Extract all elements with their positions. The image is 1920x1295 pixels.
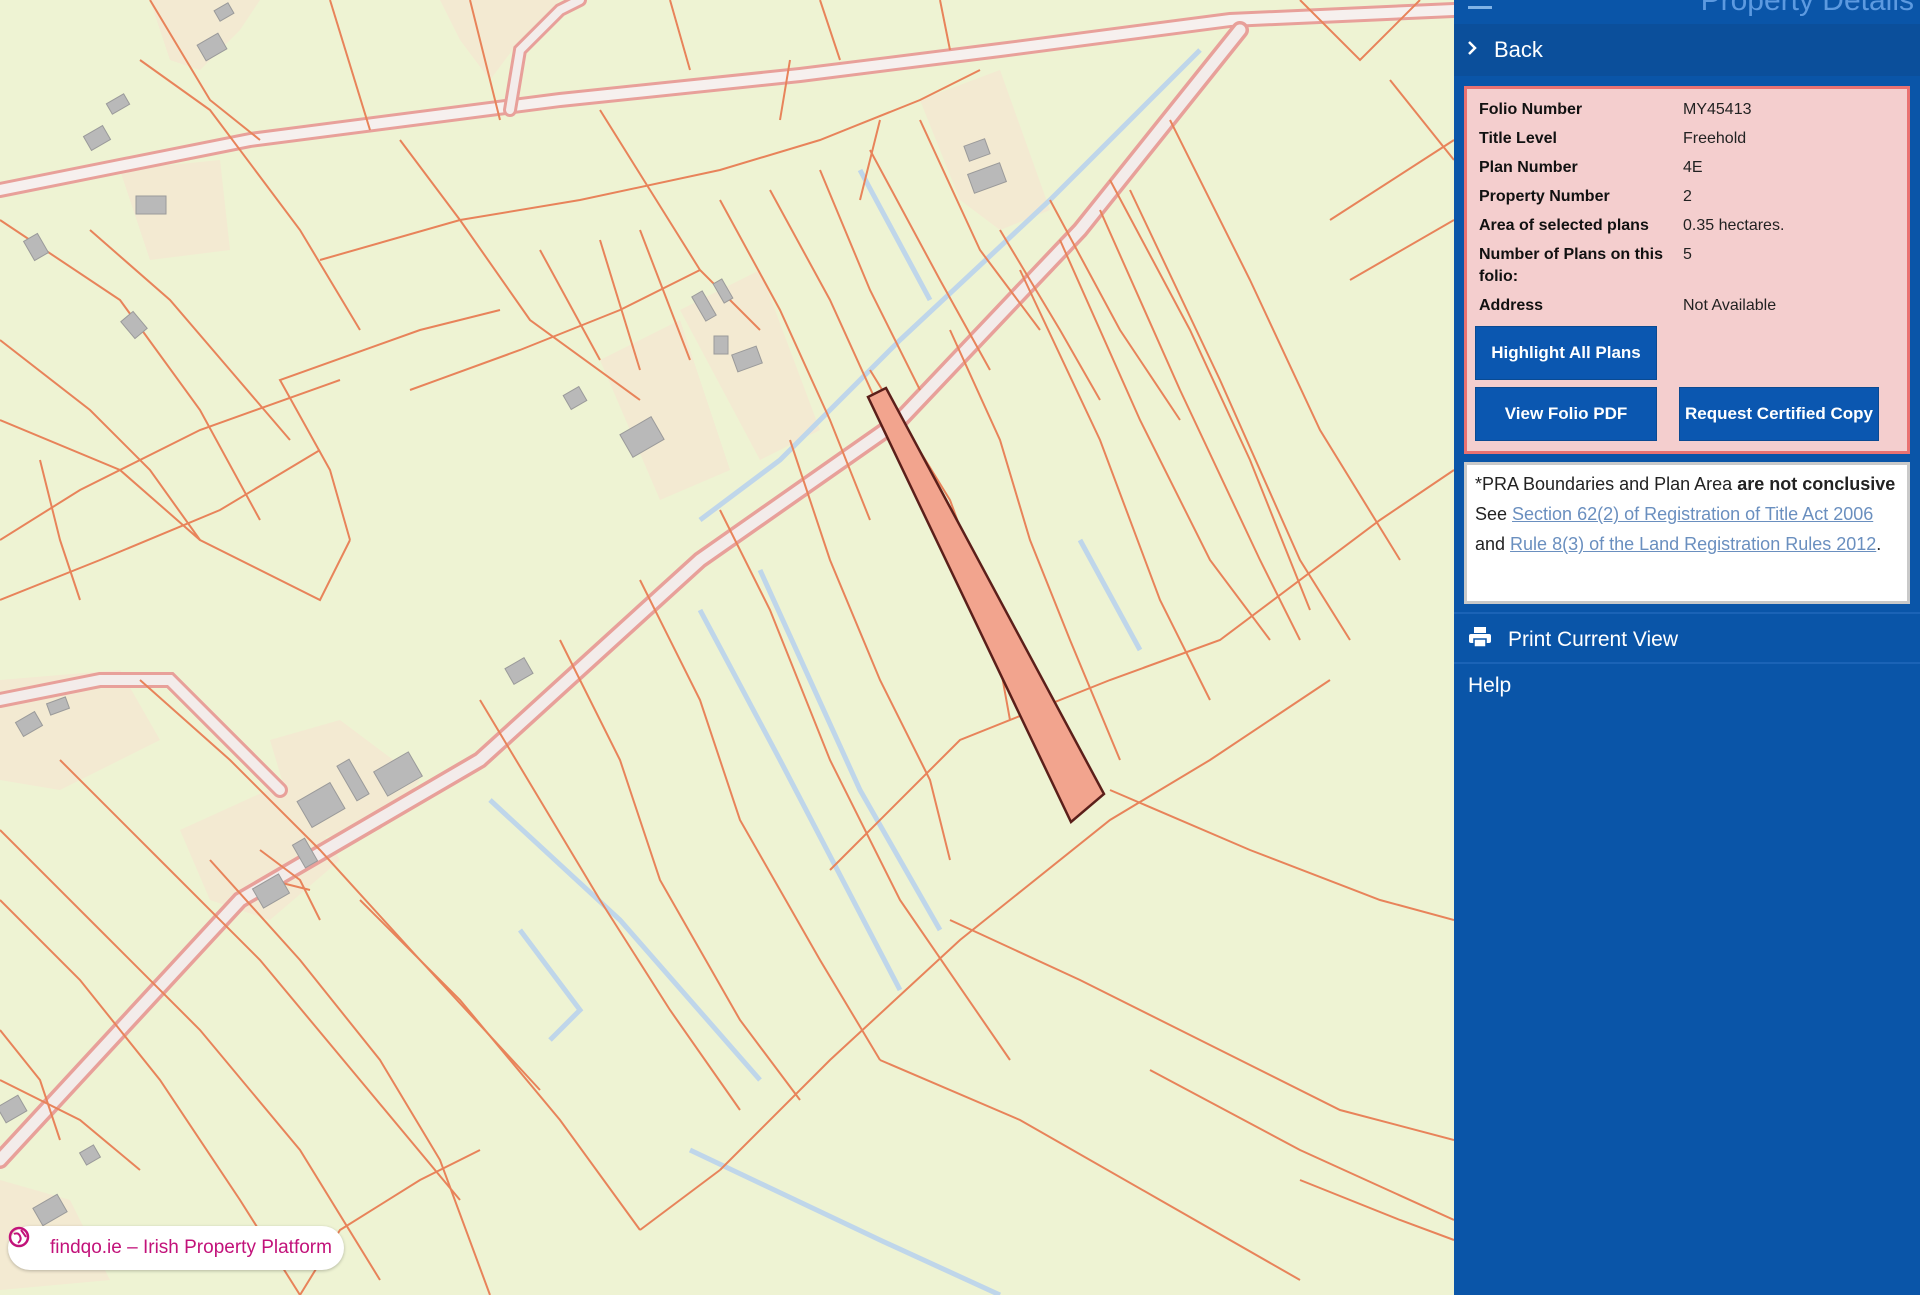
detail-label: Area of selected plans (1479, 217, 1649, 234)
title-act-link[interactable]: Section 62(2) of Registration of Title A… (1512, 504, 1873, 524)
detail-label: Property Number (1479, 188, 1610, 205)
property-details-card: Folio Number MY45413 Title Level Freehol… (1464, 86, 1910, 454)
detail-label: Plan Number (1479, 159, 1578, 176)
detail-label: Address (1479, 297, 1544, 314)
map-view[interactable]: findqo.ie – Irish Property Platform (0, 0, 1454, 1295)
divider (1454, 612, 1920, 614)
selected-plot[interactable] (866, 386, 1106, 825)
drains (488, 48, 1202, 1295)
globe-icon (8, 1226, 42, 1259)
panel-title: Property Details (1700, 0, 1914, 17)
detail-value: Freehold (1683, 130, 1747, 147)
disclaimer-text: *PRA Boundaries and Plan Area (1475, 474, 1738, 494)
chevron-right-icon (1466, 39, 1482, 62)
back-button[interactable]: Back (1454, 24, 1920, 76)
back-label: Back (1494, 37, 1543, 62)
detail-value: 0.35 hectares. (1683, 217, 1785, 234)
request-certified-copy-button[interactable]: Request Certified Copy (1679, 387, 1879, 441)
print-label: Print Current View (1508, 628, 1679, 651)
help-link[interactable]: Help (1468, 674, 1511, 698)
divider (1454, 662, 1920, 664)
land-registration-rules-link[interactable]: Rule 8(3) of the Land Registration Rules… (1510, 534, 1876, 554)
boundary-disclaimer: *PRA Boundaries and Plan Area are not co… (1464, 462, 1910, 604)
detail-value: 5 (1683, 246, 1692, 263)
detail-label: Title Level (1479, 130, 1557, 147)
print-current-view-button[interactable]: Print Current View (1468, 622, 1678, 658)
highlight-all-plans-button[interactable]: Highlight All Plans (1475, 326, 1657, 380)
detail-value: 2 (1683, 188, 1692, 205)
disclaimer-emphasis: are not conclusive (1737, 474, 1896, 494)
property-details-panel: Property Details Back Folio Number MY454… (1454, 0, 1920, 1295)
disclaimer-see: See (1475, 504, 1513, 524)
detail-value: Not Available (1683, 297, 1777, 314)
detail-label: Folio Number (1479, 101, 1583, 118)
panel-header: Property Details (1454, 0, 1920, 18)
view-folio-pdf-button[interactable]: View Folio PDF (1475, 387, 1657, 441)
detail-value: MY45413 (1683, 101, 1752, 118)
watermark-badge: findqo.ie – Irish Property Platform (8, 1226, 344, 1270)
detail-label: Number of Plans on this folio: (1479, 246, 1664, 285)
disclaimer-end: . (1876, 534, 1882, 554)
detail-value: 4E (1683, 159, 1703, 176)
cadastral-map[interactable] (0, 0, 1454, 1295)
watermark-text: findqo.ie – Irish Property Platform (50, 1237, 332, 1258)
print-icon (1468, 626, 1494, 654)
disclaimer-and: and (1475, 534, 1511, 554)
menu-icon[interactable] (1468, 0, 1492, 9)
